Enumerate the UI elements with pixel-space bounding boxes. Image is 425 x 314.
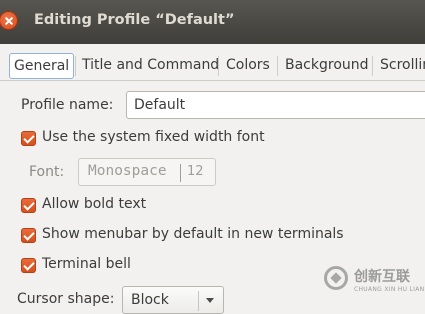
watermark-text: 创新互联	[354, 269, 410, 285]
cursor-shape-label: Cursor shape:	[17, 291, 115, 307]
tab-scrolling[interactable]: Scrolling	[380, 53, 425, 79]
window-title: Editing Profile “Default”	[34, 12, 235, 28]
profile-name-input[interactable]: Default	[126, 91, 425, 119]
watermark: 创新互联 CHUANG XIN HU LIAN	[320, 258, 425, 303]
font-size: 12	[187, 164, 204, 179]
terminal-bell-checkbox[interactable]	[21, 258, 36, 273]
tab-separator	[218, 56, 219, 76]
tab-background[interactable]: Background	[285, 53, 369, 79]
menubar-label[interactable]: Show menubar by default in new terminals	[42, 226, 344, 242]
tab-colors[interactable]: Colors	[226, 53, 270, 79]
system-font-checkbox[interactable]	[21, 131, 36, 146]
font-separator	[180, 164, 181, 182]
tab-separator	[372, 56, 373, 76]
tab-bar: General Title and Command Colors Backgro…	[0, 44, 425, 84]
watermark-logo-icon	[324, 266, 348, 290]
terminal-bell-label[interactable]: Terminal bell	[42, 256, 131, 272]
bold-text-checkbox[interactable]	[21, 198, 36, 213]
tab-separator	[277, 56, 278, 76]
profile-name-label: Profile name:	[21, 97, 114, 113]
tab-title-and-command[interactable]: Title and Command	[82, 53, 219, 79]
bold-text-label[interactable]: Allow bold text	[42, 196, 146, 212]
menubar-checkbox[interactable]	[21, 228, 36, 243]
cursor-shape-select[interactable]: Block	[122, 286, 224, 314]
title-bar: Editing Profile “Default”	[0, 0, 425, 44]
chevron-down-icon	[206, 298, 214, 303]
combo-separator	[198, 291, 199, 311]
close-icon[interactable]	[0, 11, 18, 30]
font-label: Font:	[29, 164, 65, 180]
tab-separator	[75, 56, 76, 76]
font-chooser-button[interactable]: Monospace 12	[78, 158, 216, 186]
font-name: Monospace	[88, 163, 167, 179]
watermark-subtext: CHUANG XIN HU LIAN	[354, 286, 425, 293]
tab-general[interactable]: General	[9, 53, 75, 79]
system-font-label[interactable]: Use the system fixed width font	[42, 129, 265, 145]
cursor-shape-value: Block	[131, 292, 169, 308]
